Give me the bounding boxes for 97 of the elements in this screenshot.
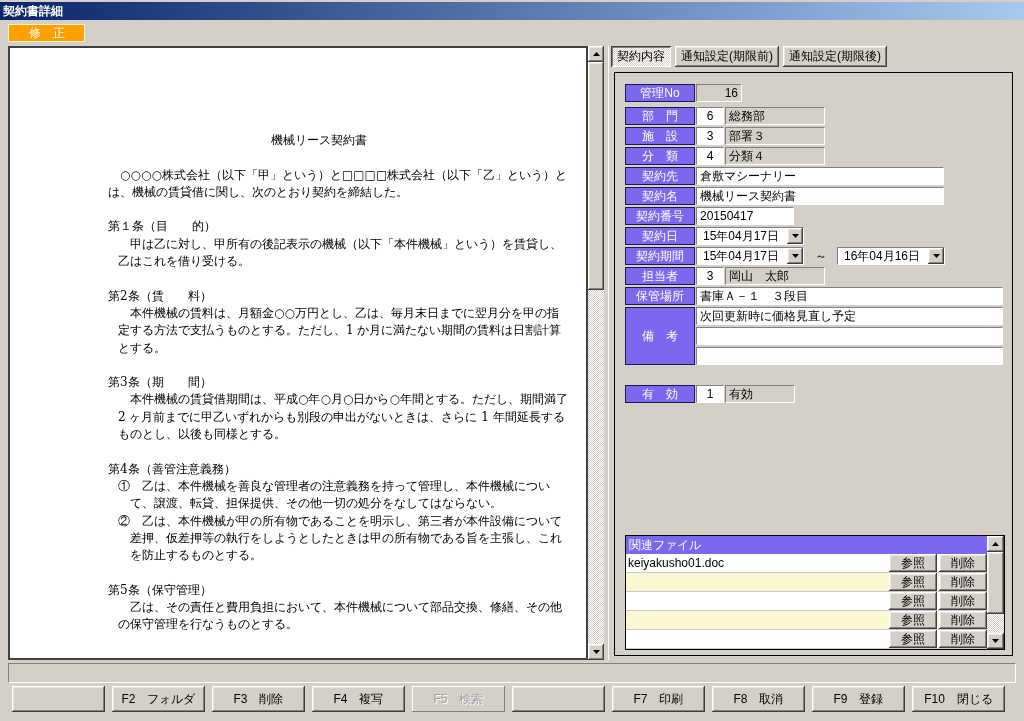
file-name-cell-text: keiyakusho01.doc [627, 555, 726, 572]
text-field[interactable] [696, 347, 1003, 365]
readonly-field: 部署３ [725, 127, 825, 145]
scroll-up-button[interactable] [588, 46, 604, 62]
field-label: 契約期間 [625, 247, 695, 265]
article-heading: 第5条（保守管理） [108, 581, 213, 599]
triangle-up-icon [992, 542, 999, 546]
table-row[interactable]: 参照 削除 [626, 611, 987, 630]
function-key-button[interactable]: F10 閉じる [912, 686, 1005, 712]
document-paragraph: ○○○○株式会社（以下「甲」という）と□□□□株式会社（以下「乙」という）とは、機械の賃貸借に関し、次のとおり契約を締結した。 [108, 166, 569, 201]
dropdown-button[interactable] [928, 248, 944, 264]
field-label: 保管場所 [625, 287, 695, 305]
readonly-field: 総務部 [725, 107, 825, 125]
field-label: 施 設 [625, 127, 695, 145]
field-label: 契約日 [625, 227, 695, 245]
article-heading: 第3条（期 間） [108, 374, 213, 392]
readonly-field: 分類４ [725, 147, 825, 165]
table-row[interactable]: 参照 削除 [626, 592, 987, 611]
delete-button[interactable]: 削除 [939, 611, 987, 629]
delete-button[interactable]: 削除 [939, 630, 987, 648]
document-paragraph: 甲は乙に対し、甲所有の後記表示の機械（以下「本件機械」という）を賃貸し、乙はこれを借り受ける。 [117, 235, 563, 271]
dropdown-button[interactable] [787, 228, 803, 244]
article-heading: 第4条（善管注意義務） [108, 460, 237, 478]
readonly-field: 有効 [725, 385, 795, 403]
document-paragraph: 乙は、その責任と費用負担において、本件機械について部品交換、修繕、その他の保守管理を行なうものとする。 [117, 599, 563, 634]
view-button[interactable]: 参照 [889, 592, 937, 610]
text-field[interactable]: 次回更新時に価格見直し予定 [696, 307, 1003, 325]
date-field[interactable]: 16年04月16日 [837, 247, 945, 265]
range-separator: ～ [813, 248, 828, 265]
view-button[interactable]: 参照 [889, 554, 937, 572]
field-label: 契約番号 [625, 207, 695, 225]
field-label: 契約名 [625, 187, 695, 205]
text-field[interactable]: 書庫Ａ－１ ３段目 [696, 287, 1003, 305]
field-label: 有 効 [625, 385, 695, 403]
article-heading: 第2条（賃 料） [108, 287, 213, 305]
table-row[interactable]: keiyakusho01.doc 参照 削除 [626, 554, 987, 573]
field-label: 備 考 [625, 307, 695, 365]
scroll-down-button[interactable] [987, 633, 1004, 649]
scroll-thumb[interactable] [987, 552, 1004, 614]
scroll-thumb[interactable] [588, 62, 604, 290]
text-field[interactable] [696, 327, 1003, 345]
field-label: 部 門 [625, 107, 695, 125]
delete-button[interactable]: 削除 [939, 592, 987, 610]
function-key-button[interactable]: F8 取消 [712, 686, 805, 712]
field-label: 分 類 [625, 147, 695, 165]
function-key-button[interactable]: F4 複写 [312, 686, 405, 712]
code-field[interactable]: 1 [696, 385, 724, 403]
date-field[interactable]: 15年04月17日 [696, 247, 804, 265]
date-field[interactable]: 15年04月17日 [696, 227, 804, 245]
text-field[interactable]: 倉敷マシーナリー [696, 167, 944, 185]
caret-down-icon [791, 234, 799, 238]
text-field[interactable]: 20150417 [696, 207, 794, 225]
function-key-button[interactable]: F3 削除 [212, 686, 305, 712]
code-field[interactable]: 3 [696, 127, 724, 145]
view-button[interactable]: 参照 [889, 573, 937, 591]
blank-button[interactable] [12, 686, 105, 712]
article-heading: 第１条（目 的） [108, 218, 217, 236]
view-button[interactable]: 参照 [889, 611, 937, 629]
field-label: 担当者 [625, 267, 695, 285]
delete-button[interactable]: 削除 [939, 573, 987, 591]
text-field[interactable]: 機械リース契約書 [696, 187, 944, 205]
code-field[interactable]: 6 [696, 107, 724, 125]
caret-down-icon [992, 639, 999, 643]
field-label: 契約先 [625, 167, 695, 185]
mode-badge: 修 正 [8, 24, 85, 42]
scrollbar[interactable] [588, 46, 604, 660]
code-field[interactable]: 3 [696, 267, 724, 285]
view-button[interactable]: 参照 [889, 630, 937, 648]
table-header: 関連ファイル [626, 536, 987, 554]
code-field[interactable]: 4 [696, 147, 724, 165]
table-row[interactable]: 参照 削除 [626, 630, 987, 649]
numbered-clause: ② 乙は、本件機械が甲の所有物であることを明示し、第三者が本件設備について差押、仮差押等の執行をしようとしたときは甲の所有物である旨を主張し、これを防止するものとする。 [117, 512, 563, 565]
function-key-button[interactable]: F7 印刷 [612, 686, 705, 712]
document-title: 機械リース契約書 [270, 132, 368, 149]
window-title: 契約書詳細 [3, 3, 63, 20]
tab[interactable]: 契約内容 [611, 46, 671, 67]
tab[interactable]: 通知設定(期限前) [675, 46, 779, 67]
numbered-clause: ① 乙は、本件機械を善良な管理者の注意義務を持って管理し、本件機械について、譲渡、転貸、担保提供、その他一切の処分をなしてはならない。 [117, 477, 551, 513]
field-label: 管理No [625, 84, 695, 102]
caret-down-icon [791, 254, 799, 258]
dropdown-button[interactable] [787, 248, 803, 264]
scroll-up-button[interactable] [987, 536, 1004, 552]
function-key-button[interactable]: F9 登録 [812, 686, 905, 712]
readonly-field: 16 [696, 84, 742, 102]
scroll-down-button[interactable] [588, 644, 604, 660]
document-paragraph: 本件機械の賃貸借期間は、平成○年○月○日から○年間とする。ただし、期間満了2 ヶ月前までに甲乙いずれからも別段の申出がないときは、さらに 1 年間延長するものとし、以後も同様とする。 [117, 391, 569, 444]
document-paragraph: 本件機械の賃料は、月額金○○万円とし、乙は、毎月末日までに翌月分を甲の指定する方法で支払うものとする。ただし、1 か月に満たない期間の賃料は日割計算とする。 [117, 304, 563, 357]
readonly-field: 岡山 太郎 [725, 267, 825, 285]
caret-down-icon [932, 254, 940, 258]
blank-button[interactable] [512, 686, 605, 712]
triangle-up-icon [592, 52, 600, 56]
function-key-button[interactable]: F2 フォルダ [112, 686, 205, 712]
delete-button[interactable]: 削除 [939, 554, 987, 572]
tab[interactable]: 通知設定(期限後) [783, 46, 887, 67]
caret-down-icon [592, 650, 600, 654]
table-row[interactable]: 参照 削除 [626, 573, 987, 592]
scrollbar[interactable] [987, 536, 1004, 649]
